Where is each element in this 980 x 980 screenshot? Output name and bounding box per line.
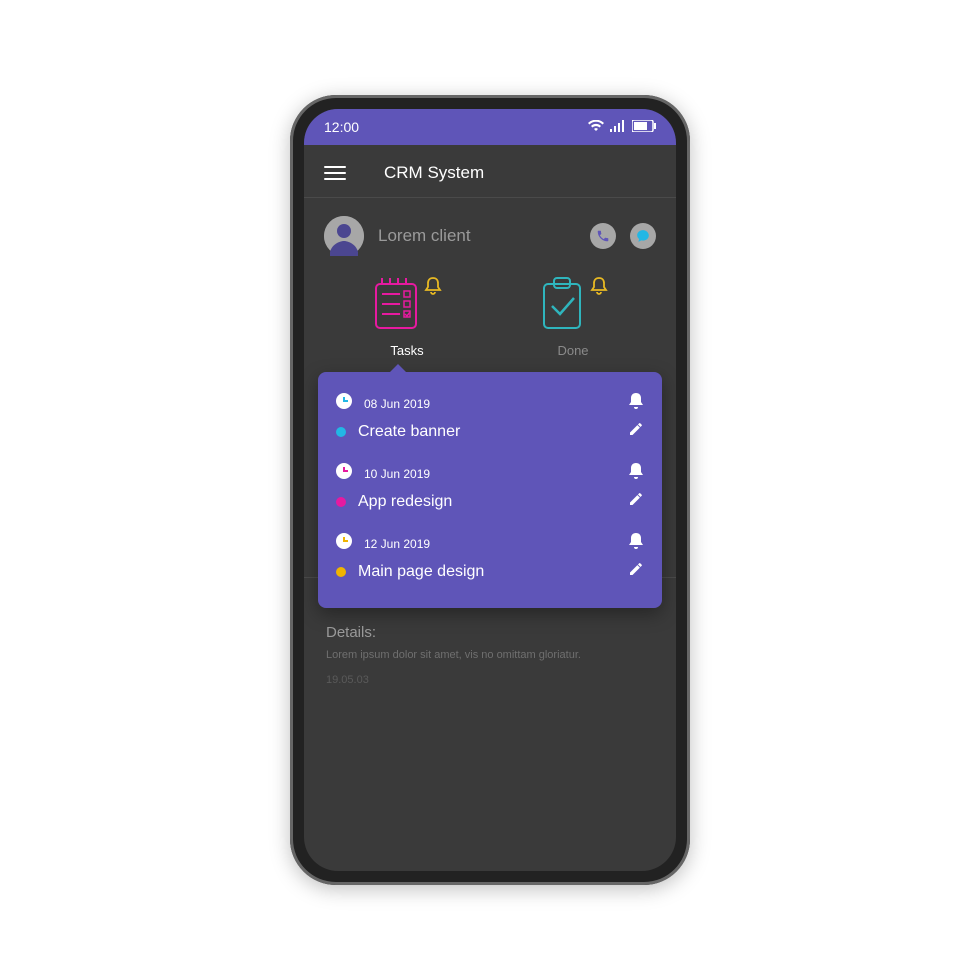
tab-row: Tasks Done xyxy=(304,266,676,366)
task-title: App redesign xyxy=(358,493,616,511)
status-dot xyxy=(336,497,346,507)
clock-icon xyxy=(336,463,352,484)
call-button[interactable] xyxy=(590,223,616,249)
menu-button[interactable] xyxy=(324,166,346,180)
tab-tasks-label: Tasks xyxy=(390,343,423,358)
clock-icon xyxy=(336,393,352,414)
tab-done[interactable]: Done xyxy=(538,276,608,358)
task-item[interactable]: 08 Jun 2019 Create banner xyxy=(336,384,644,454)
reminder-icon[interactable] xyxy=(628,462,644,485)
reminder-icon[interactable] xyxy=(628,392,644,415)
bell-icon xyxy=(590,276,608,301)
details-date: 19.05.03 xyxy=(326,674,654,686)
status-bar: 12:00 xyxy=(304,109,676,145)
status-time: 12:00 xyxy=(324,119,359,135)
task-panel: 08 Jun 2019 Create banner xyxy=(318,372,662,608)
task-date: 12 Jun 2019 xyxy=(364,537,616,551)
tab-tasks[interactable]: Tasks xyxy=(372,276,442,358)
task-item[interactable]: 12 Jun 2019 Main page design xyxy=(336,524,644,594)
task-item[interactable]: 10 Jun 2019 App redesign xyxy=(336,454,644,524)
task-date: 08 Jun 2019 xyxy=(364,397,616,411)
edit-button[interactable] xyxy=(628,561,644,582)
wifi-icon xyxy=(588,119,604,135)
client-name: Lorem client xyxy=(378,226,576,246)
details-label: Details: xyxy=(326,624,654,641)
signal-icon xyxy=(610,119,626,135)
edit-button[interactable] xyxy=(628,421,644,442)
task-title: Create banner xyxy=(358,423,616,441)
screen: 12:00 CRM System xyxy=(304,109,676,871)
details-body: Lorem ipsum dolor sit amet, vis no omitt… xyxy=(326,647,654,664)
status-dot xyxy=(336,427,346,437)
bell-icon xyxy=(424,276,442,301)
reminder-icon[interactable] xyxy=(628,532,644,555)
app-title: CRM System xyxy=(384,163,656,183)
battery-icon xyxy=(632,119,656,135)
avatar[interactable] xyxy=(324,216,364,256)
details-section: Details: Lorem ipsum dolor sit amet, vis… xyxy=(304,608,676,696)
clock-icon xyxy=(336,533,352,554)
status-indicators xyxy=(588,119,656,135)
status-dot xyxy=(336,567,346,577)
app-header: CRM System xyxy=(304,145,676,198)
phone-frame: 12:00 CRM System xyxy=(290,95,690,885)
clipboard-check-icon xyxy=(538,276,586,335)
client-row: Lorem client xyxy=(304,198,676,266)
task-date: 10 Jun 2019 xyxy=(364,467,616,481)
task-title: Main page design xyxy=(358,563,616,581)
notepad-icon xyxy=(372,276,420,335)
chat-button[interactable] xyxy=(630,223,656,249)
edit-button[interactable] xyxy=(628,491,644,512)
tab-done-label: Done xyxy=(557,343,588,358)
